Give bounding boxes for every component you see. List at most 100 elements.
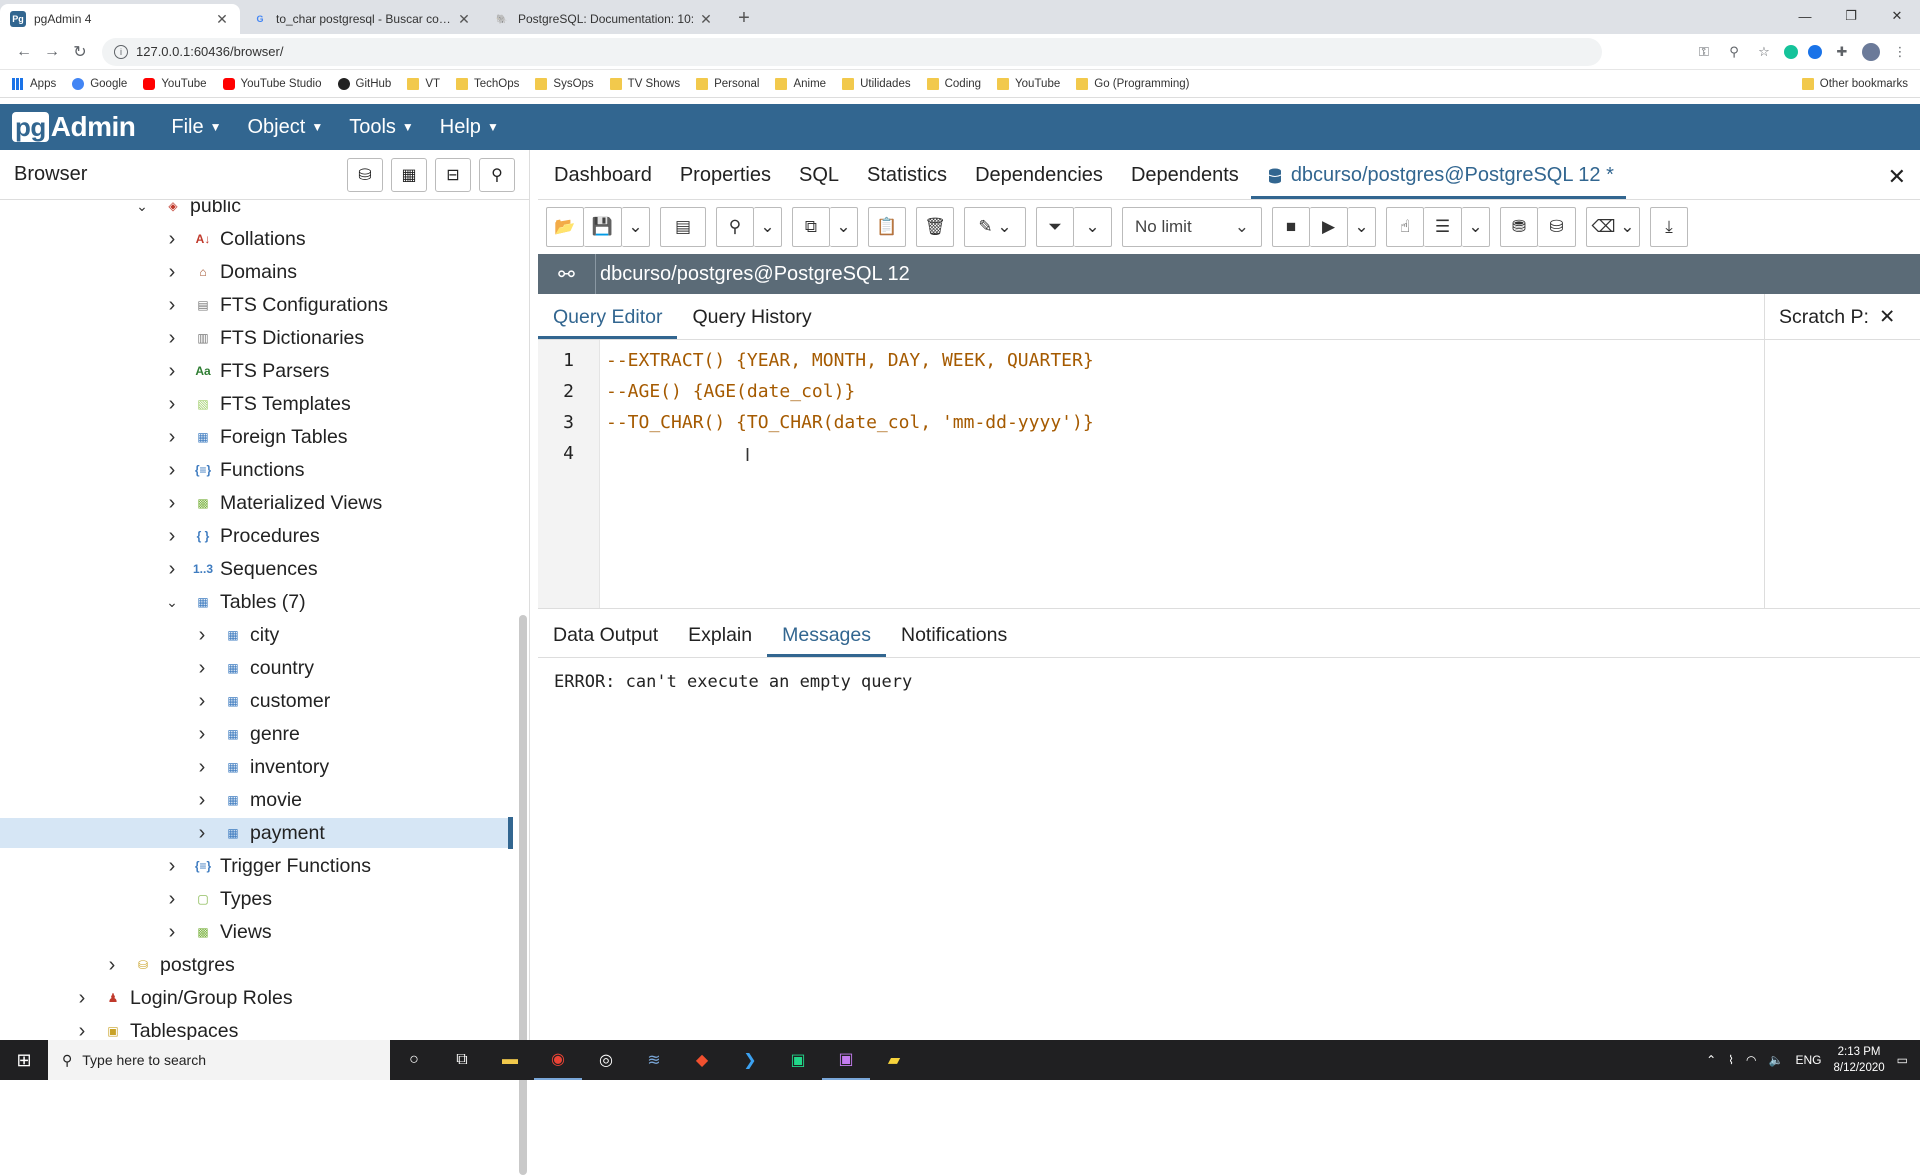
pgadmin-logo[interactable]: pg Admin	[12, 111, 136, 143]
minimize-icon[interactable]: —	[1782, 0, 1828, 32]
stop-button[interactable]: ■	[1272, 207, 1310, 247]
cortana-icon[interactable]: ○	[390, 1040, 438, 1080]
bookmark-vt[interactable]: VT	[407, 77, 440, 90]
tree-node[interactable]: › ▩ Views	[162, 917, 272, 947]
menu-help[interactable]: Help ▼	[440, 116, 499, 139]
tree-node[interactable]: › ▦ inventory	[192, 752, 329, 782]
chevron-right-icon[interactable]: ›	[162, 228, 182, 251]
edit-rows-button[interactable]: ▤	[660, 207, 706, 247]
sticky-notes-icon[interactable]: ▰	[870, 1040, 918, 1080]
pycharm-icon[interactable]: ▣	[774, 1040, 822, 1080]
scratch-pad-area[interactable]	[1764, 340, 1920, 608]
bookmark-coding[interactable]: Coding	[926, 77, 981, 90]
chevron-right-icon[interactable]: ›	[162, 855, 182, 878]
tab-sql[interactable]: SQL	[783, 164, 851, 199]
explain-button[interactable]: ☝	[1386, 207, 1424, 247]
chevron-right-icon[interactable]: ›	[162, 327, 182, 350]
tree-node[interactable]: › ▧ FTS Templates	[162, 389, 351, 419]
edit-button[interactable]: ✎ ⌄	[964, 207, 1026, 247]
tree-node[interactable]: › {≡} Functions	[162, 455, 305, 485]
chrome-icon[interactable]: ◉	[534, 1040, 582, 1080]
restore-icon[interactable]: ❐	[1828, 0, 1874, 32]
download-button[interactable]: ⤓	[1650, 207, 1688, 247]
windows-start-icon[interactable]: ⊞	[0, 1040, 48, 1080]
chevron-right-icon[interactable]: ›	[162, 459, 182, 482]
bookmark-sysops[interactable]: SysOps	[535, 77, 594, 90]
network-icon[interactable]: ⌇	[1728, 1053, 1734, 1067]
menu-tools[interactable]: Tools ▼	[349, 116, 414, 139]
chevron-right-icon[interactable]: ›	[162, 294, 182, 317]
tree-node[interactable]: › ♟ Login/Group Roles	[72, 983, 293, 1013]
rollback-button[interactable]: ⛁	[1538, 207, 1576, 247]
bookmark-github[interactable]: GitHub	[337, 77, 391, 90]
tab-data-output[interactable]: Data Output	[538, 624, 673, 657]
browser-tab-postgres-docs[interactable]: 🐘 PostgreSQL: Documentation: 10: ✕	[484, 4, 724, 34]
sql-editor[interactable]: 1 2 3 4 --EXTRACT() {YEAR, MONTH, DAY, W…	[538, 340, 1920, 608]
copy-dropdown-button[interactable]: ⌄	[830, 207, 858, 247]
filtered-rows-button[interactable]: ⊟	[435, 157, 471, 192]
bookmark-google[interactable]: Google	[72, 77, 127, 90]
code-area[interactable]: --EXTRACT() {YEAR, MONTH, DAY, WEEK, QUA…	[600, 340, 1764, 608]
close-tab-icon[interactable]: ✕	[456, 11, 472, 28]
commit-button[interactable]: ⛃	[1500, 207, 1538, 247]
close-panel-icon[interactable]: ✕	[1888, 164, 1906, 190]
chevron-right-icon[interactable]: ›	[192, 822, 212, 845]
bookmark-go-programming-[interactable]: Go (Programming)	[1076, 77, 1189, 90]
tree-node[interactable]: › ▦ city	[192, 620, 280, 650]
bookmark-anime[interactable]: Anime	[775, 77, 826, 90]
wifi-icon[interactable]: ◠	[1746, 1053, 1756, 1067]
menu-file[interactable]: File ▼	[171, 116, 221, 139]
query-tool-button[interactable]: ⛁	[347, 157, 383, 192]
execute-button[interactable]: ▶	[1310, 207, 1348, 247]
bookmark-utilidades[interactable]: Utilidades	[842, 77, 911, 90]
tab-dependencies[interactable]: Dependencies	[959, 164, 1115, 199]
chevron-right-icon[interactable]: ›	[192, 756, 212, 779]
obs-icon[interactable]: ◎	[582, 1040, 630, 1080]
new-tab-icon[interactable]: +	[730, 4, 758, 32]
chevron-up-icon[interactable]: ⌃	[1706, 1053, 1716, 1067]
key-icon[interactable]: ⚿	[1694, 42, 1714, 62]
extension-icon[interactable]	[1808, 44, 1822, 59]
site-info-icon[interactable]: i	[114, 44, 128, 59]
execute-dropdown-button[interactable]: ⌄	[1348, 207, 1376, 247]
notifications-icon[interactable]: ▭	[1897, 1053, 1908, 1067]
tree-node[interactable]: › ▥ FTS Dictionaries	[162, 323, 364, 353]
close-scratch-pad-icon[interactable]: ✕	[1879, 305, 1895, 329]
bookmark-youtube[interactable]: YouTube	[143, 77, 207, 90]
bookmark-tv-shows[interactable]: TV Shows	[609, 77, 680, 90]
explain-analyze-button[interactable]: ☰	[1424, 207, 1462, 247]
reload-icon[interactable]: ↻	[66, 38, 94, 66]
paste-button[interactable]: 📋	[868, 207, 906, 247]
tab-messages[interactable]: Messages	[767, 624, 886, 657]
chevron-right-icon[interactable]: ›	[192, 690, 212, 713]
chevron-right-icon[interactable]: ›	[162, 360, 182, 383]
bookmark-youtube-studio[interactable]: YouTube Studio	[222, 77, 322, 90]
chevron-right-icon[interactable]: ›	[162, 888, 182, 911]
url-input[interactable]: i 127.0.0.1:60436/browser/	[102, 37, 1602, 66]
tree-node[interactable]: ⌄ ▦ Tables (7)	[162, 587, 306, 617]
volume-icon[interactable]: 🔈	[1769, 1053, 1784, 1067]
tab-query-history[interactable]: Query History	[677, 306, 826, 339]
tree-node[interactable]: ⌄ ◈ public	[132, 200, 241, 221]
view-data-button[interactable]: ▦	[391, 157, 427, 192]
menu-object[interactable]: Object ▼	[248, 116, 324, 139]
tree-node[interactable]: › ⌂ Domains	[162, 257, 297, 287]
tab-dependents[interactable]: Dependents	[1115, 164, 1251, 199]
tree-node[interactable]: › A↓ Collations	[162, 224, 306, 254]
tab-query-editor[interactable]: Query Editor	[538, 306, 678, 339]
close-tab-icon[interactable]: ✕	[214, 11, 230, 28]
chevron-right-icon[interactable]: ›	[162, 492, 182, 515]
tree-node[interactable]: › ▣ Tablespaces	[72, 1016, 239, 1041]
chevron-right-icon[interactable]: ›	[162, 558, 182, 581]
tree-node[interactable]: › ▤ FTS Configurations	[162, 290, 388, 320]
tree-node[interactable]: › ⛁ postgres	[102, 950, 235, 980]
browser-tab-pgadmin[interactable]: Pg pgAdmin 4 ✕	[0, 4, 240, 34]
close-tab-icon[interactable]: ✕	[698, 11, 714, 28]
chevron-right-icon[interactable]: ›	[192, 789, 212, 812]
clear-button[interactable]: ⌫ ⌄	[1586, 207, 1640, 247]
tree-node[interactable]: › ▦ country	[192, 653, 314, 683]
other-bookmarks[interactable]: Other bookmarks	[1801, 77, 1908, 90]
connection-bar[interactable]: ⚯ dbcurso/postgres@PostgreSQL 12	[538, 254, 1920, 294]
more-menu-icon[interactable]: ⋮	[1890, 42, 1910, 62]
copy-button[interactable]: ⧉	[792, 207, 830, 247]
